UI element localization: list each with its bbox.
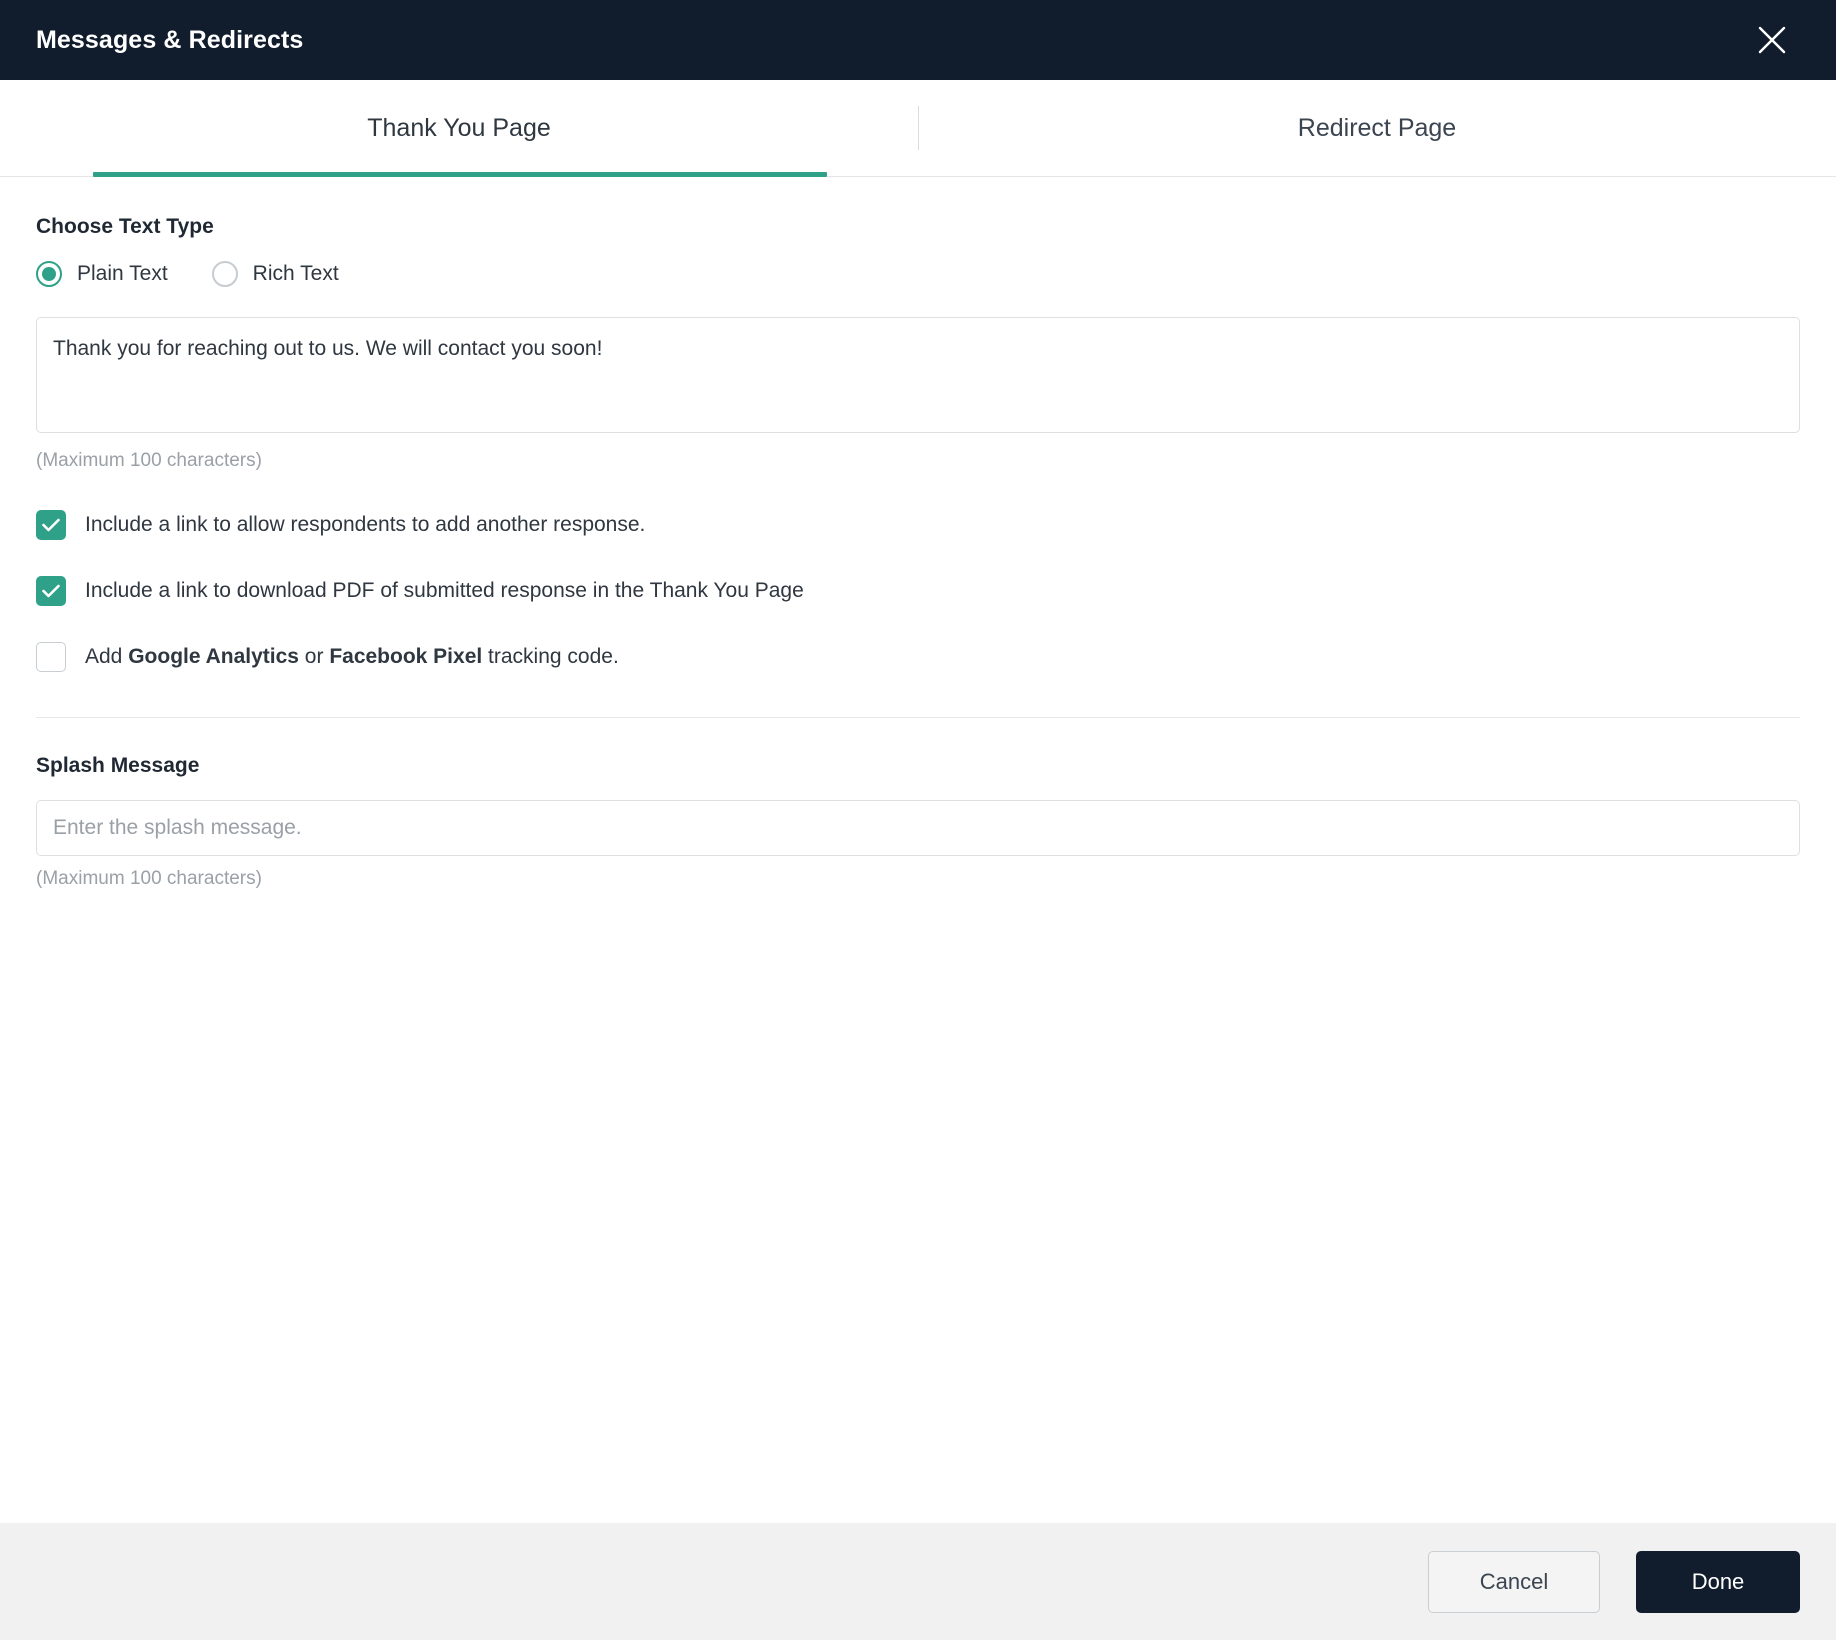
close-icon[interactable] (1748, 16, 1796, 64)
section-divider (36, 717, 1800, 718)
tracking-text-3: tracking code. (482, 645, 619, 668)
tracking-bold-facebook-pixel: Facebook Pixel (329, 645, 483, 668)
checkbox-add-another-response[interactable]: Include a link to allow respondents to a… (36, 510, 1800, 540)
tracking-text-2: or (298, 645, 330, 668)
checkbox-add-another-response-label: Include a link to allow respondents to a… (85, 513, 646, 536)
tab-thank-you-page-label: Thank You Page (367, 113, 551, 142)
modal-body: Choose Text Type Plain Text Rich Text (M… (0, 177, 1836, 1523)
checkbox-add-another-response-mark (36, 510, 66, 540)
text-type-radio-group: Plain Text Rich Text (36, 261, 1800, 287)
checkbox-tracking-code-mark (36, 642, 66, 672)
radio-rich-text-label: Rich Text (252, 262, 339, 285)
tab-thank-you-page[interactable]: Thank You Page (0, 80, 918, 177)
modal-header: Messages & Redirects (0, 0, 1836, 80)
radio-plain-text[interactable]: Plain Text (36, 261, 168, 287)
thank-you-message-textarea[interactable] (36, 317, 1800, 433)
splash-message-helper: (Maximum 100 characters) (36, 868, 262, 889)
splash-message-section: Splash Message (Maximum 100 characters) (36, 754, 1800, 890)
checkbox-download-pdf-mark (36, 576, 66, 606)
choose-text-type-label: Choose Text Type (36, 215, 214, 238)
tab-bar: Thank You Page Redirect Page (0, 80, 1836, 177)
cancel-button[interactable]: Cancel (1428, 1550, 1600, 1613)
messages-and-redirects-modal: Messages & Redirects Thank You Page Redi… (0, 0, 1836, 1640)
page-title: Messages & Redirects (36, 25, 304, 54)
splash-message-input[interactable] (36, 800, 1800, 856)
checkbox-tracking-code[interactable]: Add Google Analytics or Facebook Pixel t… (36, 642, 1800, 672)
radio-rich-text[interactable]: Rich Text (211, 261, 339, 287)
radio-plain-text-label: Plain Text (77, 262, 168, 285)
splash-message-label: Splash Message (36, 754, 200, 777)
checkbox-download-pdf[interactable]: Include a link to download PDF of submit… (36, 576, 1800, 606)
radio-plain-text-mark (36, 261, 62, 287)
modal-footer: Cancel Done (0, 1523, 1836, 1640)
tab-redirect-page[interactable]: Redirect Page (918, 80, 1836, 176)
tracking-text-1: Add (85, 645, 129, 668)
tracking-bold-google-analytics: Google Analytics (128, 645, 299, 668)
thank-you-message-helper: (Maximum 100 characters) (36, 450, 262, 471)
done-button[interactable]: Done (1636, 1550, 1800, 1613)
checkbox-download-pdf-label: Include a link to download PDF of submit… (85, 579, 804, 602)
radio-rich-text-mark (211, 261, 238, 287)
tab-redirect-page-label: Redirect Page (1297, 113, 1457, 142)
checkbox-tracking-code-label: Add Google Analytics or Facebook Pixel t… (85, 645, 619, 669)
